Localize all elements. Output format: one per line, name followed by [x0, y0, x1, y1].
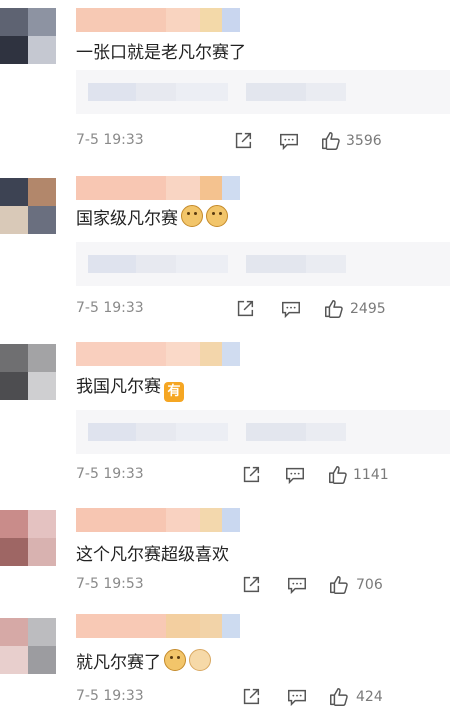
avatar[interactable] [0, 510, 56, 566]
like-count[interactable]: 424 [356, 689, 383, 705]
comment-text-content: 一张口就是老凡尔赛了 [76, 43, 246, 63]
comment-item: 国家级凡尔赛 7-5 19:33 2495 [0, 170, 474, 336]
doge-icon [181, 205, 203, 227]
avatar[interactable] [0, 618, 56, 674]
thumbs-up-icon[interactable] [328, 686, 352, 710]
comment-icon[interactable] [278, 130, 302, 154]
fist-icon [189, 649, 211, 671]
reply-preview-blurred[interactable] [76, 410, 450, 454]
share-icon[interactable] [240, 574, 264, 598]
comment-text: 一张口就是老凡尔赛了 [76, 38, 246, 63]
comment-footer: 7-5 19:53 706 [76, 574, 464, 598]
like-count[interactable]: 1141 [353, 467, 389, 483]
timestamp: 7-5 19:33 [76, 300, 144, 316]
like-count[interactable]: 706 [356, 577, 383, 593]
comment-text: 我国凡尔赛有 [76, 372, 184, 402]
comment-text: 国家级凡尔赛 [76, 204, 228, 229]
timestamp: 7-5 19:53 [76, 576, 144, 592]
thumbs-up-icon[interactable] [327, 464, 351, 488]
thumbs-up-icon[interactable] [320, 130, 344, 154]
share-icon[interactable] [240, 464, 264, 488]
comment-text: 这个凡尔赛超级喜欢 [76, 540, 229, 565]
comment-icon[interactable] [284, 464, 308, 488]
share-icon[interactable] [240, 686, 264, 710]
reply-preview-blurred[interactable] [76, 70, 450, 114]
thumbs-up-icon[interactable] [328, 574, 352, 598]
comment-text-content: 这个凡尔赛超级喜欢 [76, 545, 229, 565]
comment-footer: 7-5 19:33 2495 [76, 298, 464, 322]
comment-icon[interactable] [286, 686, 310, 710]
avatar[interactable] [0, 8, 56, 64]
avatar[interactable] [0, 178, 56, 234]
comment-item: 我国凡尔赛有 7-5 19:33 1141 [0, 336, 474, 502]
doge-icon [164, 649, 186, 671]
comment-item: 一张口就是老凡尔赛了 7-5 19:33 3596 [0, 0, 474, 170]
reply-preview-blurred[interactable] [76, 242, 450, 286]
timestamp: 7-5 19:33 [76, 132, 144, 148]
comment-footer: 7-5 19:33 1141 [76, 464, 464, 488]
like-count[interactable]: 3596 [346, 133, 382, 149]
comment-item: 就凡尔赛了 7-5 19:33 424 [0, 610, 474, 719]
you-icon: 有 [164, 382, 184, 402]
timestamp: 7-5 19:33 [76, 466, 144, 482]
avatar[interactable] [0, 344, 56, 400]
comment-icon[interactable] [280, 298, 304, 322]
share-icon[interactable] [232, 130, 256, 154]
comment-footer: 7-5 19:33 3596 [76, 130, 464, 154]
comment-text: 就凡尔赛了 [76, 648, 211, 673]
timestamp: 7-5 19:33 [76, 688, 144, 704]
share-icon[interactable] [234, 298, 258, 322]
doge-icon [206, 205, 228, 227]
comment-text-content: 国家级凡尔赛 [76, 209, 178, 229]
comment-footer: 7-5 19:33 424 [76, 686, 464, 710]
comment-icon[interactable] [286, 574, 310, 598]
comment-text-content: 就凡尔赛了 [76, 653, 161, 673]
thumbs-up-icon[interactable] [323, 298, 347, 322]
comment-text-content: 我国凡尔赛 [76, 377, 161, 397]
like-count[interactable]: 2495 [350, 301, 386, 317]
comment-item: 这个凡尔赛超级喜欢 7-5 19:53 706 [0, 502, 474, 610]
